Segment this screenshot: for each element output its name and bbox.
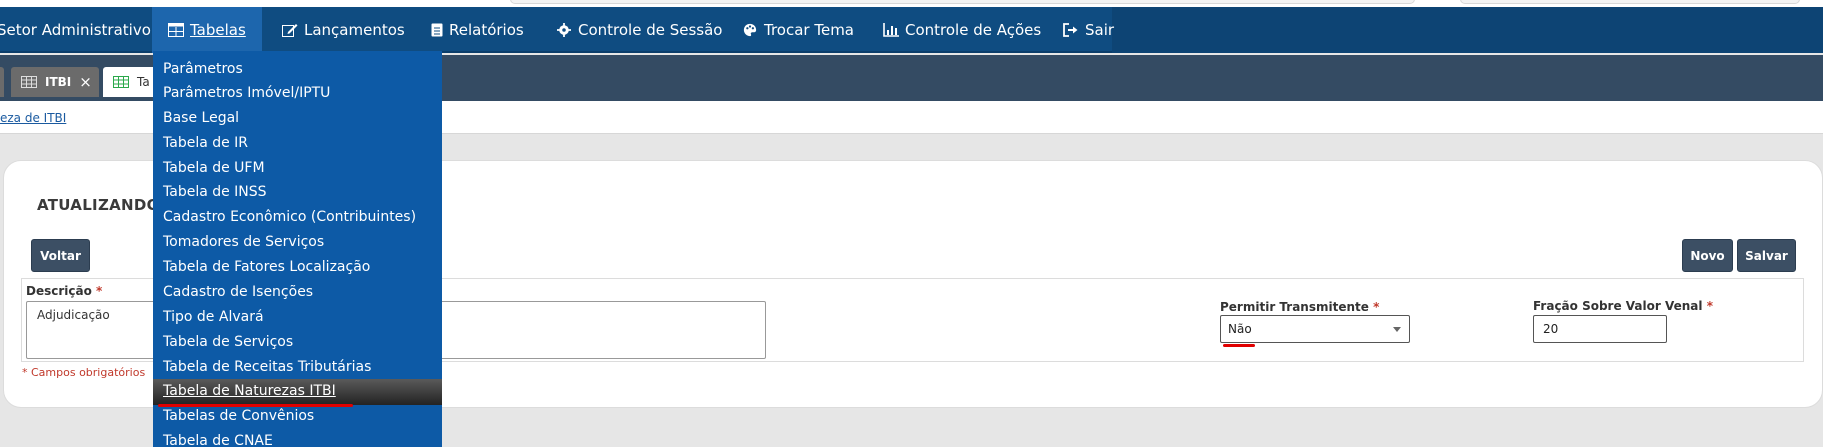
nav-label: Tabelas xyxy=(190,21,246,39)
nav-lancamentos[interactable]: Lançamentos xyxy=(282,7,405,53)
palette-icon xyxy=(742,23,758,37)
menu-item-tabela-servicos[interactable]: Tabela de Serviços xyxy=(163,334,293,350)
menu-item-tomadores[interactable]: Tomadores de Serviços xyxy=(163,234,324,250)
annotation-underline xyxy=(158,404,353,407)
grid-icon xyxy=(21,76,37,88)
table-icon xyxy=(168,23,184,37)
navbar-filler xyxy=(1112,7,1823,53)
menu-item-convenios[interactable]: Tabelas de Convênios xyxy=(163,408,314,424)
nav-trocar-tema[interactable]: Trocar Tema xyxy=(742,7,854,53)
nav-label: Relatórios xyxy=(449,21,524,39)
fraction-input[interactable]: 20 xyxy=(1533,315,1667,343)
menu-item-tabela-inss[interactable]: Tabela de INSS xyxy=(163,184,267,200)
document-icon xyxy=(431,23,443,37)
tabelas-dropdown-menu: Parâmetros Parâmetros Imóvel/IPTU Base L… xyxy=(153,51,442,447)
required-note: * Campos obrigatórios xyxy=(22,366,146,379)
fraction-label: Fração Sobre Valor Venal * xyxy=(1533,299,1713,313)
close-icon[interactable]: × xyxy=(79,73,92,91)
nav-setor-administrativo[interactable]: Setor Administrativo xyxy=(0,7,151,53)
transmitter-label-text: Permitir Transmitente xyxy=(1220,300,1369,314)
top-pill xyxy=(510,0,1415,4)
required-mark: * xyxy=(1706,299,1713,313)
nav-label: Trocar Tema xyxy=(764,21,854,39)
required-mark: * xyxy=(96,284,103,298)
menu-item-isencoes[interactable]: Cadastro de Isenções xyxy=(163,284,313,300)
menu-item-tabela-ufm[interactable]: Tabela de UFM xyxy=(163,160,265,176)
sign-out-icon xyxy=(1063,23,1079,37)
nav-label: Controle de Ações xyxy=(905,21,1042,39)
main-navbar: Setor Administrativo Tabelas Lançamentos… xyxy=(0,7,1823,53)
menu-item-parametros-imovel[interactable]: Parâmetros Imóvel/IPTU xyxy=(163,85,330,101)
nav-label: Sair xyxy=(1085,21,1115,39)
save-button[interactable]: Salvar xyxy=(1737,239,1796,272)
nav-label: Setor Administrativo xyxy=(0,21,151,39)
top-strip xyxy=(0,0,1823,7)
new-button[interactable]: Novo xyxy=(1682,239,1733,272)
nav-tabelas[interactable]: Tabelas xyxy=(152,7,262,53)
nav-relatorios[interactable]: Relatórios xyxy=(431,7,524,53)
fraction-label-text: Fração Sobre Valor Venal xyxy=(1533,299,1703,313)
menu-item-tipo-alvara[interactable]: Tipo de Alvará xyxy=(163,309,264,325)
gear-icon xyxy=(556,23,572,37)
menu-item-fatores-localizacao[interactable]: Tabela de Fatores Localização xyxy=(163,259,370,275)
tab-partial[interactable] xyxy=(0,67,4,97)
edit-icon xyxy=(282,23,298,37)
menu-item-naturezas-itbi[interactable]: Tabela de Naturezas ITBI xyxy=(163,383,336,399)
nav-label: Lançamentos xyxy=(304,21,405,39)
nav-label: Controle de Sessão xyxy=(578,21,723,39)
tab-itbi[interactable]: ITBI × xyxy=(11,67,99,97)
menu-item-base-legal[interactable]: Base Legal xyxy=(163,110,239,126)
back-button[interactable]: Voltar xyxy=(31,239,90,272)
description-label: Descrição * xyxy=(26,284,102,298)
tab-label: Ta xyxy=(137,75,150,89)
nav-controle-de-sessao[interactable]: Controle de Sessão xyxy=(556,7,723,53)
annotation-underline xyxy=(1223,344,1255,347)
page-title: ATUALIZANDO xyxy=(37,196,160,214)
menu-item-cadastro-economico[interactable]: Cadastro Econômico (Contribuintes) xyxy=(163,209,416,225)
description-label-text: Descrição xyxy=(26,284,92,298)
required-mark: * xyxy=(1373,300,1380,314)
nav-sair[interactable]: Sair xyxy=(1063,7,1114,53)
chevron-down-icon xyxy=(1393,327,1401,332)
top-pill xyxy=(1460,0,1800,4)
transmitter-value: Não xyxy=(1228,322,1252,336)
menu-item-parametros[interactable]: Parâmetros xyxy=(163,61,243,77)
tab-label: ITBI xyxy=(45,75,72,89)
transmitter-label: Permitir Transmitente * xyxy=(1220,300,1379,314)
chart-icon xyxy=(883,23,899,37)
breadcrumb-link[interactable]: eza de ITBI xyxy=(0,111,66,125)
menu-item-cnae[interactable]: Tabela de CNAE xyxy=(163,433,273,447)
menu-item-receitas-tributarias[interactable]: Tabela de Receitas Tributárias xyxy=(163,359,371,375)
nav-controle-de-acoes[interactable]: Controle de Ações xyxy=(883,7,1041,53)
transmitter-select[interactable]: Não xyxy=(1220,315,1410,347)
menu-item-tabela-ir[interactable]: Tabela de IR xyxy=(163,135,248,151)
grid-icon xyxy=(113,76,129,88)
